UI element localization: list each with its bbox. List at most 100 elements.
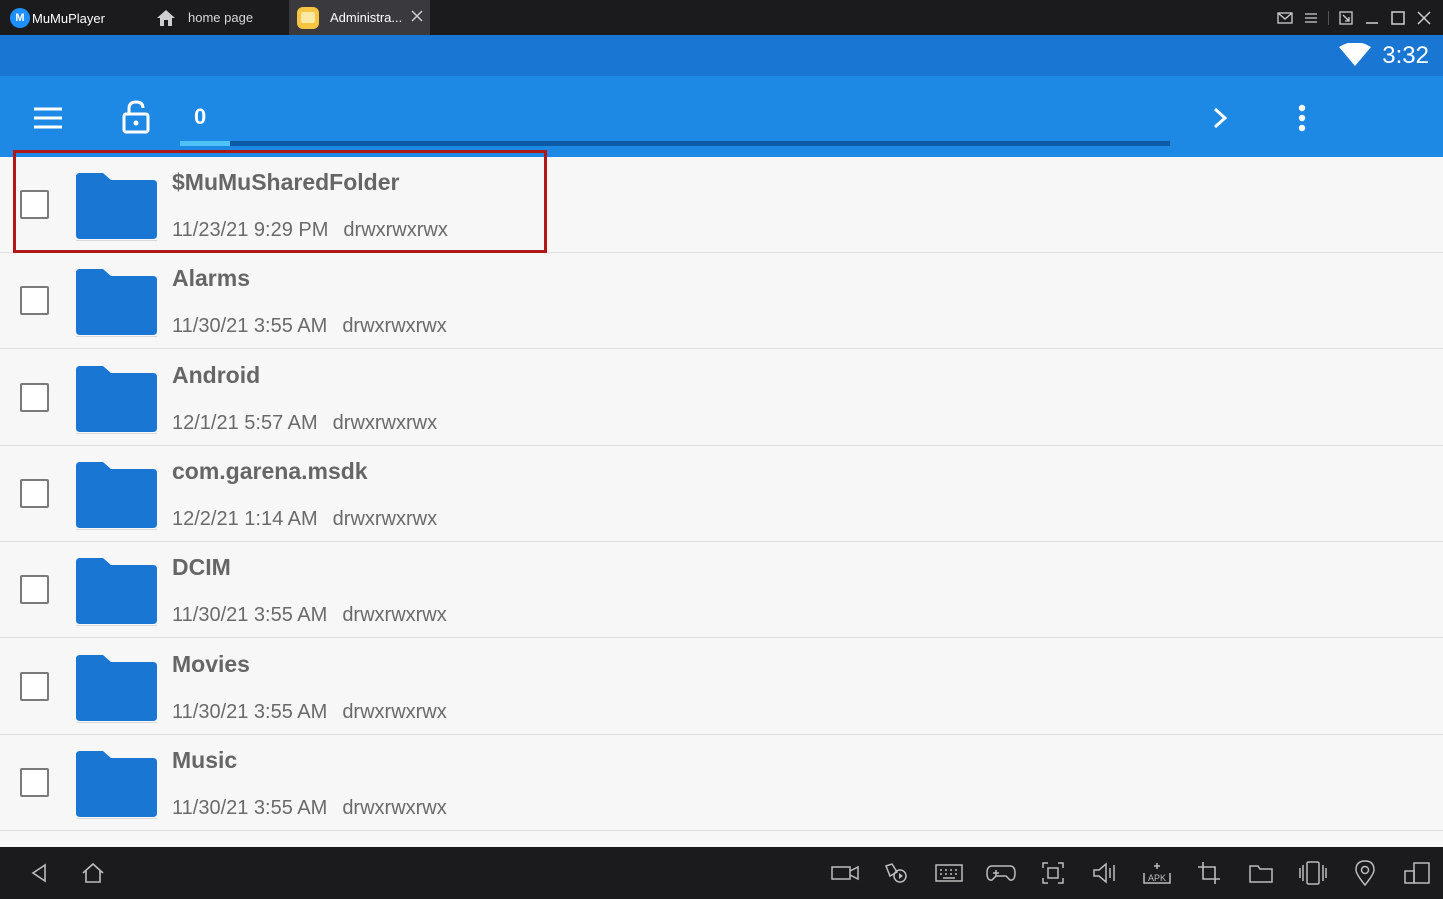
chevron-right-icon: [1213, 107, 1228, 129]
folder-icon: [76, 654, 157, 723]
file-date: 11/30/21 3:55 AM: [172, 796, 328, 819]
window-controls: [1272, 0, 1443, 35]
brand-label: MuMuPlayer: [32, 10, 105, 26]
file-row[interactable]: Android 12/1/21 5:57 AM drwxrwxrwx: [0, 350, 1443, 446]
file-list: $MuMuSharedFolder 11/23/21 9:29 PM drwxrwx…: [0, 157, 1443, 847]
file-name: com.garena.msdk: [172, 457, 368, 484]
file-meta: 11/30/21 3:55 AM drwxrwxrwx: [172, 604, 447, 627]
tab-home-label: home page: [188, 10, 254, 25]
file-date: 11/30/21 3:55 AM: [172, 700, 328, 723]
back-icon[interactable]: [24, 859, 54, 887]
hamburger-icon: [34, 107, 62, 129]
folder-icon: [76, 173, 157, 241]
android-statusbar: 3:32: [0, 35, 1443, 76]
location-icon[interactable]: [1350, 859, 1380, 887]
file-row[interactable]: com.garena.msdk 12/2/21 1:14 AM drwxrwxrwx: [0, 446, 1443, 542]
file-date: 11/30/21 3:55 AM: [172, 604, 328, 627]
path-scroll-track: [180, 141, 1170, 146]
file-name: DCIM: [172, 554, 231, 581]
file-permissions: drwxrwxrwx: [342, 604, 447, 627]
file-date: 11/30/21 3:55 AM: [172, 315, 328, 338]
row-checkbox[interactable]: [20, 575, 49, 605]
file-row[interactable]: Alarms 11/30/21 3:55 AM drwxrwxrwx: [0, 253, 1443, 350]
apk-install-icon[interactable]: APK: [1142, 859, 1172, 887]
file-meta: 11/30/21 3:55 AM drwxrwxrwx: [172, 315, 447, 338]
file-meta: 11/30/21 3:55 AM drwxrwxrwx: [172, 797, 447, 820]
more-options-button[interactable]: [1284, 98, 1320, 138]
row-checkbox[interactable]: [20, 286, 49, 316]
folder-icon: [76, 365, 157, 434]
tab-administrator[interactable]: Administra...: [289, 0, 430, 35]
tab-admin-label: Administra...: [330, 10, 403, 25]
gamepad-icon[interactable]: [986, 859, 1016, 887]
video-record-icon[interactable]: [830, 859, 860, 887]
mail-icon[interactable]: [1272, 0, 1298, 35]
emulator-bottombar: APK: [0, 847, 1443, 899]
row-checkbox[interactable]: [20, 767, 49, 797]
file-row-partial[interactable]: [0, 831, 1443, 847]
mumu-logo-icon: M: [10, 8, 30, 28]
unlock-icon: [122, 100, 150, 134]
file-manager-app-icon: [297, 6, 319, 29]
file-row[interactable]: Movies 11/30/21 3:55 AM drwxrwxrwx: [0, 639, 1443, 735]
row-checkbox[interactable]: [20, 190, 49, 219]
file-row[interactable]: DCIM 11/30/21 3:55 AM drwxrwxrwx: [0, 542, 1443, 639]
file-permissions: drwxrwxrwx: [342, 796, 447, 819]
navigation-menu-button[interactable]: [28, 100, 68, 136]
file-name: $MuMuSharedFolder: [172, 169, 400, 195]
gamepad-settings-icon[interactable]: [882, 859, 912, 887]
file-row[interactable]: Music 11/30/21 3:55 AM drwxrwxrwx: [0, 735, 1443, 831]
menu-icon[interactable]: [1298, 0, 1324, 35]
wifi-icon: [1339, 43, 1371, 66]
file-meta: 12/1/21 5:57 AM drwxrwxrwx: [172, 412, 437, 435]
file-meta: 12/2/21 1:14 AM drwxrwxrwx: [172, 508, 437, 531]
folder-icon[interactable]: [1246, 859, 1276, 887]
svg-text:APK: APK: [1148, 873, 1166, 883]
folder-icon: [76, 269, 157, 338]
breadcrumb[interactable]: 0: [194, 104, 206, 130]
shake-icon[interactable]: [1298, 859, 1328, 887]
folder-icon: [76, 750, 157, 819]
file-meta: 11/30/21 3:55 AM drwxrwxrwx: [172, 701, 447, 724]
status-clock: 3:32: [1382, 42, 1429, 69]
brand: M MuMuPlayer: [10, 7, 105, 29]
home-icon: [157, 9, 175, 26]
file-meta: 11/23/21 9:29 PM drwxrwxrwx: [172, 219, 448, 242]
minimize-to-corner-icon[interactable]: [1333, 0, 1359, 35]
home-icon[interactable]: [78, 859, 108, 887]
file-date: 12/2/21 1:14 AM: [172, 507, 318, 530]
more-vertical-icon: [1298, 104, 1306, 132]
file-name: Music: [172, 746, 238, 773]
folder-icon: [76, 461, 157, 530]
close-tab-icon[interactable]: [410, 9, 424, 23]
row-checkbox[interactable]: [20, 478, 49, 508]
forward-button[interactable]: [1200, 98, 1240, 138]
file-name: Android: [172, 361, 261, 388]
file-row[interactable]: $MuMuSharedFolder 11/23/21 9:29 PM drwxrwx…: [0, 157, 1443, 253]
file-date: 11/23/21 9:29 PM: [172, 219, 329, 241]
minimize-icon[interactable]: [1359, 0, 1385, 35]
file-permissions: drwxrwxrwx: [332, 411, 438, 434]
file-permissions: drwxrwxrwx: [342, 315, 447, 338]
separator: [1328, 10, 1329, 25]
screenshot-icon[interactable]: [1038, 859, 1068, 887]
file-name: Movies: [172, 650, 250, 677]
maximize-icon[interactable]: [1385, 0, 1411, 35]
emulator-titlebar: M MuMuPlayer home page Administra...: [0, 0, 1443, 35]
crop-icon[interactable]: [1194, 859, 1224, 887]
row-checkbox[interactable]: [20, 382, 49, 412]
close-icon[interactable]: [1411, 0, 1437, 35]
multi-window-icon[interactable]: [1402, 859, 1432, 887]
tab-home-page[interactable]: home page: [150, 0, 286, 35]
keyboard-icon[interactable]: [934, 859, 964, 887]
root-lock-button[interactable]: [116, 96, 156, 138]
file-permissions: drwxrwxrwx: [342, 700, 447, 723]
file-permissions: drwxrwxrwx: [332, 507, 438, 530]
volume-icon[interactable]: [1090, 859, 1120, 887]
file-name: Alarms: [172, 265, 250, 292]
path-scroll-indicator: [180, 141, 230, 146]
file-date: 12/1/21 5:57 AM: [172, 411, 318, 434]
row-checkbox[interactable]: [20, 671, 49, 701]
folder-icon: [76, 558, 157, 627]
app-toolbar: 0: [0, 76, 1443, 157]
